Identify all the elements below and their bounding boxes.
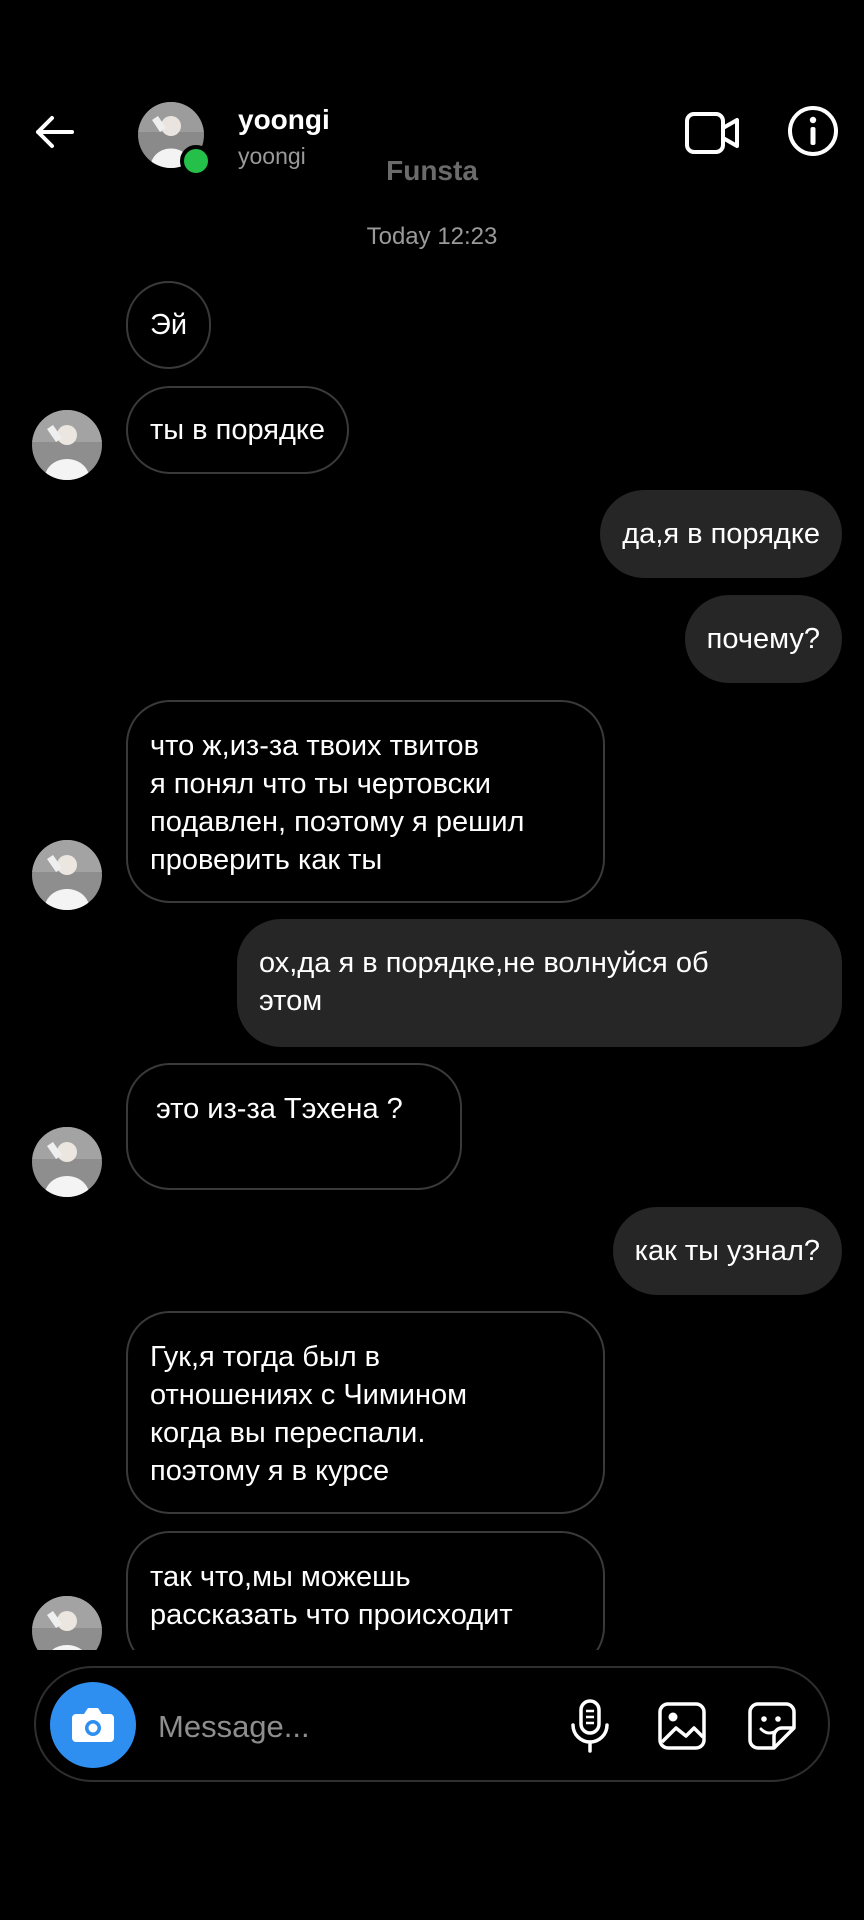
message-line: отношениях с Чимином <box>150 1379 468 1411</box>
message-line: Гук,я тогда был в <box>150 1341 381 1373</box>
message-composer <box>34 1666 830 1782</box>
message-bubble-outgoing[interactable]: да,я в порядке <box>600 490 842 578</box>
video-call-icon[interactable] <box>684 108 740 158</box>
message-bubble-outgoing[interactable]: как ты узнал? <box>612 1207 842 1295</box>
message-line: проверить как ты <box>150 844 383 876</box>
back-arrow-icon[interactable] <box>32 110 76 154</box>
camera-icon[interactable] <box>50 1682 136 1768</box>
message-bubble-incoming[interactable]: это из-за Тэхена ? <box>126 1063 462 1190</box>
message-text: ты в порядке <box>150 414 326 446</box>
message-text: да,я в порядке <box>622 518 820 550</box>
avatar[interactable] <box>32 840 102 910</box>
message-text: это из-за Тэхена ? <box>156 1093 403 1125</box>
message-line: что ж,из-за твоих твитов <box>150 730 479 762</box>
message-line: я понял что ты чертовски <box>150 768 492 800</box>
avatar[interactable] <box>32 410 102 480</box>
microphone-icon[interactable] <box>568 1698 612 1754</box>
message-clip-area: так что,мы можешь рассказать что происхо… <box>0 1520 864 1650</box>
message-line: ох,да я в порядке,не волнуйся об <box>259 947 709 979</box>
message-bubble-incoming[interactable]: Эй <box>126 281 212 369</box>
message-bubble-incoming[interactable]: что ж,из-за твоих твитов я понял что ты … <box>126 700 605 903</box>
message-line: подавлен, поэтому я решил <box>150 806 525 838</box>
message-bubble-outgoing[interactable]: почему? <box>684 595 842 683</box>
sticker-icon[interactable] <box>746 1700 798 1752</box>
message-bubble-incoming[interactable]: так что,мы можешь рассказать что происхо… <box>126 1531 605 1650</box>
message-bubble-incoming[interactable]: Гук,я тогда был в отношениях с Чимином к… <box>126 1311 605 1514</box>
contact-name[interactable]: yoongi <box>238 104 330 136</box>
message-line: этом <box>259 985 323 1017</box>
gallery-icon[interactable] <box>656 1700 708 1752</box>
avatar[interactable] <box>32 1127 102 1197</box>
info-icon[interactable] <box>786 104 840 158</box>
timestamp: Today 12:23 <box>366 223 498 250</box>
message-text: как ты узнал? <box>634 1235 820 1267</box>
message-line: поэтому я в курсе <box>150 1455 390 1487</box>
message-line: рассказать что происходит <box>150 1599 513 1631</box>
message-bubble-outgoing[interactable]: ох,да я в порядке,не волнуйся об этом <box>237 919 842 1047</box>
message-text: почему? <box>706 623 820 655</box>
account-label: Funsta <box>386 155 478 186</box>
message-bubble-incoming[interactable]: ты в порядке <box>126 386 350 474</box>
message-line: когда вы переспали. <box>150 1417 426 1449</box>
message-text: Эй <box>150 309 188 341</box>
message-line: так что,мы можешь <box>150 1561 411 1593</box>
message-input[interactable] <box>156 1696 560 1758</box>
avatar[interactable] <box>32 1596 102 1650</box>
